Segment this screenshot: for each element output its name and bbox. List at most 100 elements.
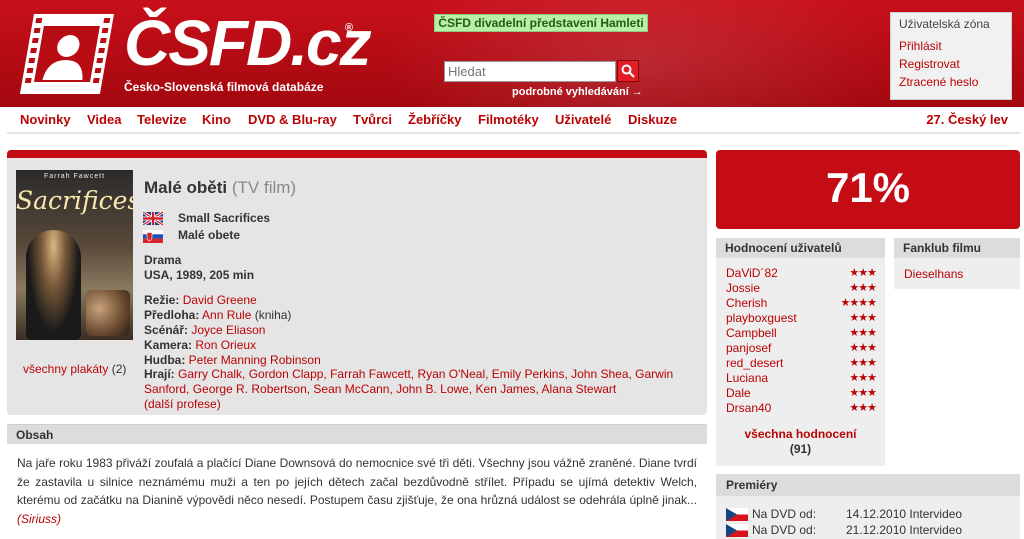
- logo-text[interactable]: ČSFD.cz: [124, 8, 372, 78]
- premieres-box: Premiéry Na DVD od: 14.12.2010 Intervide…: [716, 474, 1020, 539]
- nav-item-uzivatele[interactable]: Uživatelé: [555, 112, 611, 127]
- rating-stars-icon: ★★★: [849, 387, 877, 399]
- nav-item-kino[interactable]: Kino: [202, 112, 231, 127]
- nav-item-tvurci[interactable]: Tvůrci: [353, 112, 392, 127]
- search-button[interactable]: [617, 60, 639, 82]
- rating-stars-icon: ★★★: [849, 402, 877, 414]
- user-rating-name-link[interactable]: Luciana: [726, 371, 768, 385]
- plot-body: Na jaře roku 1983 přiváží zoufalá a plač…: [17, 456, 697, 507]
- user-rating-row: Jossie ★★★: [726, 281, 877, 296]
- credit-camera: Kamera: Ron Orieux: [144, 338, 256, 352]
- fanclub-member-link[interactable]: Dieselhans: [904, 267, 963, 281]
- rating-percent: 71%: [716, 150, 1020, 229]
- user-ratings-list: DaViD´82 ★★★ Jossie ★★★ Cherish ★★★★ playboxgu…: [726, 266, 877, 416]
- credit-label: Předloha:: [144, 308, 200, 322]
- premiere-label: Na DVD od:: [752, 523, 817, 537]
- fanclub-box: Fanklub filmu Dieselhans: [894, 238, 1020, 289]
- plot-header: Obsah: [7, 424, 707, 444]
- film-title: Malé oběti (TV film): [144, 178, 296, 198]
- user-rating-row: panjosef ★★★: [726, 341, 877, 356]
- credit-source: Předloha: Ann Rule (kniha): [144, 308, 291, 322]
- user-rating-row: Campbell ★★★: [726, 326, 877, 341]
- poster-actor-name: Farrah Fawcett: [43, 173, 106, 180]
- credit-screenplay: Scénář: Joyce Eliason: [144, 323, 265, 337]
- nav-item-dvd[interactable]: DVD & Blu-ray: [248, 112, 337, 127]
- rating-stars-icon: ★★★★: [840, 297, 877, 309]
- film-type: (TV film): [231, 178, 297, 197]
- czech-flag-icon: [726, 524, 748, 537]
- user-rating-name-link[interactable]: Dale: [726, 386, 751, 400]
- rating-stars-icon: ★★★: [849, 282, 877, 294]
- all-posters: všechny plakáty (2): [23, 362, 126, 376]
- film-origin: USA, 1989, 205 min: [144, 268, 255, 282]
- credit-music: Hudba: Peter Manning Robinson: [144, 353, 321, 367]
- source-author-link[interactable]: Ann Rule: [202, 308, 251, 322]
- music-link[interactable]: Peter Manning Robinson: [189, 353, 321, 367]
- lost-password-link[interactable]: Ztracené heslo: [891, 75, 1011, 89]
- nav-item-filmoteky[interactable]: Filmotéky: [478, 112, 539, 127]
- nav-item-televize[interactable]: Televize: [137, 112, 187, 127]
- film-strip-logo-icon[interactable]: [20, 14, 117, 94]
- all-ratings: všechna hodnocení (91): [716, 427, 885, 457]
- fanclub-header: Fanklub filmu: [894, 238, 1020, 258]
- user-zone-title: Uživatelská zóna: [899, 17, 990, 31]
- plot-text: Na jaře roku 1983 přiváží zoufalá a plač…: [17, 454, 697, 528]
- promo-banner[interactable]: ČSFD divadelní představení Hamleti: [434, 14, 648, 32]
- film-poster[interactable]: Farrah Fawcett Sacrifices: [16, 170, 133, 340]
- user-ratings-header: Hodnocení uživatelů: [716, 238, 885, 258]
- search-input[interactable]: [444, 61, 616, 82]
- poster-figure: [26, 230, 81, 340]
- user-rating-name-link[interactable]: Cherish: [726, 296, 767, 310]
- user-rating-name-link[interactable]: Drsan40: [726, 401, 771, 415]
- cast-list[interactable]: Garry Chalk, Gordon Clapp, Farrah Fawcet…: [144, 367, 673, 396]
- credit-label: Scénář:: [144, 323, 189, 337]
- user-rating-row: Luciana ★★★: [726, 371, 877, 386]
- all-posters-link[interactable]: všechny plakáty: [23, 362, 108, 376]
- nav-item-videa[interactable]: Videa: [87, 112, 121, 127]
- alt-title-sk: Malé obete: [178, 228, 241, 242]
- premiere-date: 21.12.2010 Intervideo: [846, 523, 963, 537]
- posters-count: (2): [111, 362, 127, 376]
- user-rating-name-link[interactable]: red_desert: [726, 356, 783, 370]
- screenplay-link[interactable]: Joyce Eliason: [191, 323, 265, 337]
- advanced-search-link[interactable]: podrobné vyhledávání →: [512, 86, 643, 98]
- credit-label: Kamera:: [144, 338, 193, 352]
- register-link[interactable]: Registrovat: [891, 57, 1011, 71]
- user-zone: Uživatelská zóna Přihlásit Registrovat Z…: [890, 12, 1012, 100]
- nav-item-zebricky[interactable]: Žebříčky: [408, 112, 461, 127]
- nav-item-novinky[interactable]: Novinky: [20, 112, 71, 127]
- user-rating-name-link[interactable]: DaViD´82: [726, 266, 778, 280]
- main-nav: Novinky Videa Televize Kino DVD & Blu-ra…: [7, 107, 1020, 134]
- czech-flag-icon: [726, 508, 748, 521]
- user-rating-row: Cherish ★★★★: [726, 296, 877, 311]
- premiere-date: 14.12.2010 Intervideo: [846, 507, 963, 521]
- plot-author-link[interactable]: (Siriuss): [17, 512, 61, 526]
- user-rating-name-link[interactable]: Campbell: [726, 326, 777, 340]
- camera-link[interactable]: Ron Orieux: [195, 338, 256, 352]
- user-rating-name-link[interactable]: panjosef: [726, 341, 771, 355]
- user-rating-row: Drsan40 ★★★: [726, 401, 877, 416]
- user-rating-name-link[interactable]: Jossie: [726, 281, 760, 295]
- alt-title-en: Small Sacrifices: [178, 211, 271, 225]
- more-professions-link[interactable]: (další profese): [144, 397, 221, 411]
- rating-stars-icon: ★★★: [849, 327, 877, 339]
- site-tagline: Česko-Slovenská filmová databáze: [124, 80, 324, 94]
- login-link[interactable]: Přihlásit: [891, 39, 1011, 53]
- uk-flag-icon: [143, 212, 163, 225]
- credit-label: Hudba:: [144, 353, 186, 367]
- user-ratings-box: Hodnocení uživatelů DaViD´82 ★★★ Jossie ★★★…: [716, 238, 885, 466]
- poster-title: Sacrifices: [16, 186, 133, 215]
- nav-item-diskuze[interactable]: Diskuze: [628, 112, 677, 127]
- user-rating-name-link[interactable]: playboxguest: [726, 311, 797, 325]
- film-genre: Drama: [144, 253, 182, 267]
- nav-item-cesky-lev[interactable]: 27. Český lev: [926, 112, 1008, 127]
- credit-cast: Hrají: Garry Chalk, Gordon Clapp, Farrah…: [144, 367, 694, 412]
- rating-stars-icon: ★★★: [849, 267, 877, 279]
- film-detail-box: Farrah Fawcett Sacrifices všechny plakát…: [7, 150, 707, 415]
- registered-mark: ®: [345, 22, 354, 34]
- director-link[interactable]: David Greene: [183, 293, 257, 307]
- all-ratings-link[interactable]: všechna hodnocení: [744, 427, 856, 441]
- user-rating-row: DaViD´82 ★★★: [726, 266, 877, 281]
- rating-stars-icon: ★★★: [849, 342, 877, 354]
- film-title-text: Malé oběti: [144, 178, 228, 197]
